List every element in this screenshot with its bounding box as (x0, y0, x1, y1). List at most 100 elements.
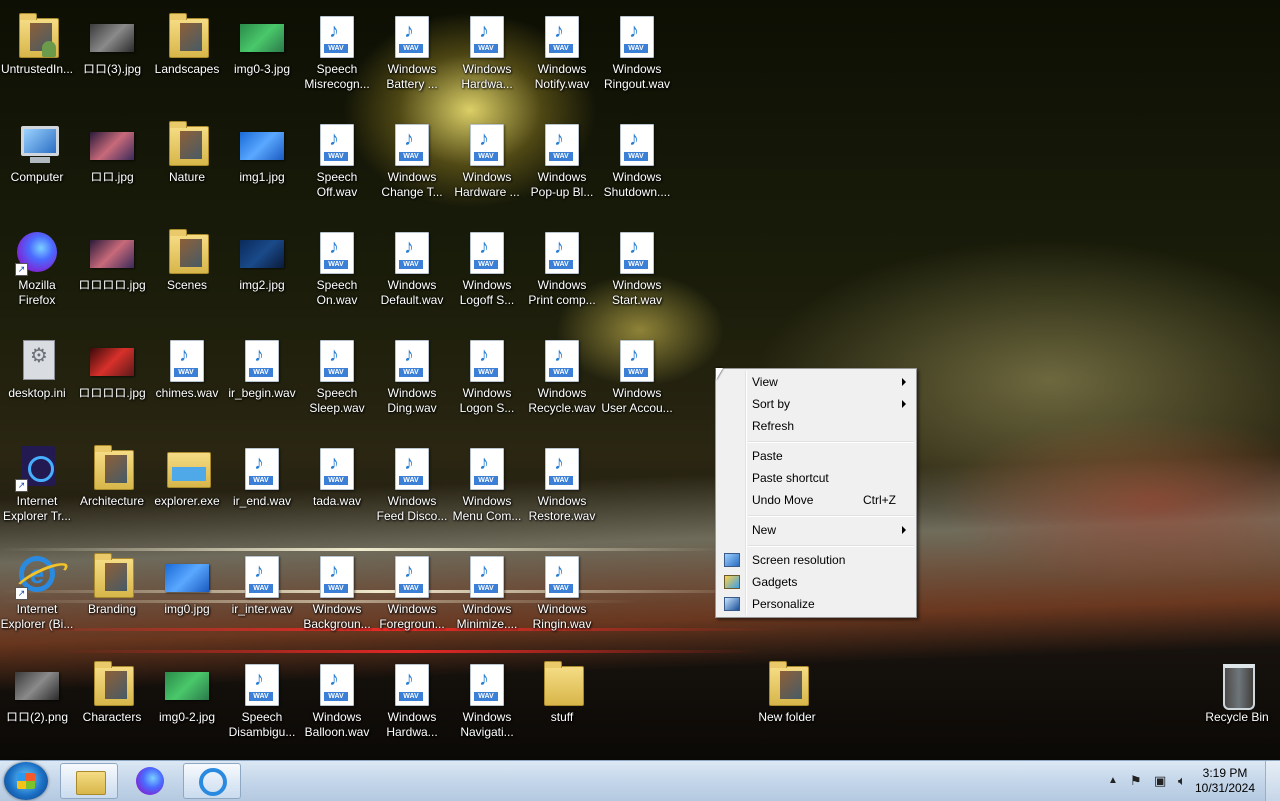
desktop-icon[interactable]: ♪ WAV chimes.wav (150, 330, 224, 401)
desktop-icon-label: Speech Sleep.wav (309, 386, 365, 415)
wav-tag-label: WAV (399, 260, 423, 269)
desktop-icon[interactable]: ♪ WAV Windows Print comp... (525, 222, 599, 308)
desktop-icon[interactable]: Scenes (150, 222, 224, 293)
desktop-icon[interactable]: ♪ WAV Windows Ringin.wav (525, 546, 599, 632)
desktop-icon-label: Internet Explorer Tr... (2, 494, 72, 523)
desktop-icon-label: Windows Battery ... (386, 62, 438, 91)
desktop-icon[interactable]: Architecture (75, 438, 149, 509)
desktop-icon[interactable]: ♪ WAV Windows Logon S... (450, 330, 524, 416)
desktop-icon[interactable]: ♪ WAV ir_end.wav (225, 438, 299, 509)
desktop-icon[interactable]: stuff (525, 654, 599, 725)
desktop-icon[interactable]: ♪ WAV Windows Pop-up Bl... (525, 114, 599, 200)
action-center-flag-icon[interactable]: ⚑ (1130, 773, 1142, 789)
desktop-icon[interactable]: New folder (750, 654, 824, 725)
wav-file-icon: ♪ WAV (238, 660, 286, 708)
desktop-icon[interactable]: ♪ WAV Speech Sleep.wav (300, 330, 374, 416)
system-clock[interactable]: 3:19 PM 10/31/2024 (1190, 766, 1260, 796)
computer-icon (13, 120, 61, 168)
wav-tag-label: WAV (624, 44, 648, 53)
desktop-icon[interactable]: ♪ WAV Windows Recycle.wav (525, 330, 599, 416)
desktop-icon[interactable]: Nature (150, 114, 224, 185)
desktop-icon[interactable]: ロロ(3).jpg (75, 6, 149, 77)
image-file-icon (238, 12, 286, 60)
desktop-icon[interactable]: UntrustedIn... (0, 6, 74, 77)
desktop-icon[interactable]: Recycle Bin (1200, 654, 1274, 725)
wav-file-icon: ♪ WAV (613, 228, 661, 276)
desktop-icon[interactable]: ↗ Mozilla Firefox (0, 222, 74, 308)
wav-file-icon: ♪ WAV (538, 12, 586, 60)
menu-item-screen-resolution[interactable]: Screen resolution (718, 550, 914, 570)
desktop-icon[interactable]: ♪ WAV Windows Start.wav (600, 222, 674, 308)
desktop-icon[interactable]: ♪ WAV Windows Feed Disco... (375, 438, 449, 524)
menu-item-view[interactable]: View (718, 372, 914, 392)
desktop-icon[interactable]: ♪ WAV Windows Logoff S... (450, 222, 524, 308)
desktop-icon[interactable]: ♪ WAV Speech Disambigu... (225, 654, 299, 740)
taskbar-button-internet-explorer[interactable] (183, 763, 241, 799)
desktop-icon[interactable]: ♪ WAV Windows Default.wav (375, 222, 449, 308)
desktop[interactable]: UntrustedIn... ロロ(3).jpg Landscapes img0-3.… (0, 0, 1280, 760)
desktop-icon[interactable]: ♪ WAV Windows Hardware ... (450, 114, 524, 200)
desktop-icon[interactable]: ♪ WAV Windows Restore.wav (525, 438, 599, 524)
desktop-icon[interactable]: ロロ.jpg (75, 114, 149, 185)
wav-file-icon: ♪ WAV (238, 552, 286, 600)
menu-item-paste-shortcut[interactable]: Paste shortcut (718, 468, 914, 488)
desktop-icon[interactable]: img2.jpg (225, 222, 299, 293)
desktop-icon[interactable]: Landscapes (150, 6, 224, 77)
volume-icon[interactable]: 🔈︎ (1178, 773, 1186, 789)
desktop-icon[interactable]: e ↗ Internet Explorer (Bi... (0, 546, 74, 632)
network-icon[interactable]: ▣ (1154, 773, 1166, 789)
show-desktop-button[interactable] (1265, 761, 1280, 801)
desktop-icon[interactable]: img0-3.jpg (225, 6, 299, 77)
desktop-icon[interactable]: ♪ WAV Speech On.wav (300, 222, 374, 308)
image-file-icon (13, 660, 61, 708)
desktop-icon[interactable]: ♪ WAV Windows User Accou... (600, 330, 674, 416)
start-button[interactable] (4, 762, 48, 800)
desktop-icon-label: UntrustedIn... (0, 62, 74, 76)
desktop-icon[interactable]: img0-2.jpg (150, 654, 224, 725)
desktop-icon[interactable]: ♪ WAV ir_inter.wav (225, 546, 299, 617)
desktop-icon[interactable]: ♪ WAV tada.wav (300, 438, 374, 509)
desktop-icon[interactable]: Computer (0, 114, 74, 185)
desktop-icon-label: img0-2.jpg (158, 710, 216, 724)
desktop-icon[interactable]: ♪ WAV Windows Minimize.... (450, 546, 524, 632)
menu-item-sort-by[interactable]: Sort by (718, 394, 914, 414)
menu-item-personalize[interactable]: Personalize (718, 594, 914, 614)
menu-item-refresh[interactable]: Refresh (718, 416, 914, 436)
desktop-icon[interactable]: ♪ WAV ir_begin.wav (225, 330, 299, 401)
desktop-icon[interactable]: Characters (75, 654, 149, 725)
desktop-icon[interactable]: ロロ(2).png (0, 654, 74, 725)
desktop-icon[interactable]: ♪ WAV Windows Hardwa... (450, 6, 524, 92)
desktop-icon[interactable]: ロロロロ.jpg (75, 330, 149, 401)
desktop-icon[interactable]: ♪ WAV Windows Hardwa... (375, 654, 449, 740)
desktop-icon[interactable]: ♪ WAV Windows Menu Com... (450, 438, 524, 524)
desktop-icon[interactable]: ♪ WAV Windows Notify.wav (525, 6, 599, 92)
desktop-icon[interactable]: ♪ WAV Speech Off.wav (300, 114, 374, 200)
taskbar-button-firefox[interactable] (121, 763, 179, 799)
desktop-icon[interactable]: ↗ Internet Explorer Tr... (0, 438, 74, 524)
desktop-icon[interactable]: ♪ WAV Windows Ringout.wav (600, 6, 674, 92)
desktop-icon[interactable]: Branding (75, 546, 149, 617)
desktop-icon[interactable]: ♪ WAV Windows Foregroun... (375, 546, 449, 632)
desktop-icon[interactable]: ♪ WAV Windows Change T... (375, 114, 449, 200)
desktop-icon[interactable]: img0.jpg (150, 546, 224, 617)
desktop-icon[interactable]: ♪ WAV Windows Shutdown.... (600, 114, 674, 200)
desktop-icon[interactable]: img1.jpg (225, 114, 299, 185)
desktop-icon-label: Windows Ringin.wav (532, 602, 592, 631)
desktop-icon[interactable]: explorer.exe (150, 438, 224, 509)
menu-item-new[interactable]: New (718, 520, 914, 540)
menu-item-undo-move[interactable]: Undo Move Ctrl+Z (718, 490, 914, 510)
desktop-icon-label: Windows Foregroun... (379, 602, 445, 631)
desktop-icon[interactable]: ロロロロ.jpg (75, 222, 149, 293)
menu-item-paste[interactable]: Paste (718, 446, 914, 466)
taskbar-button-explorer[interactable] (60, 763, 118, 799)
desktop-icon[interactable]: desktop.ini (0, 330, 74, 401)
desktop-icon[interactable]: ♪ WAV Speech Misrecogn... (300, 6, 374, 92)
desktop-icon-label: Windows Change T... (381, 170, 443, 199)
desktop-icon[interactable]: ♪ WAV Windows Ding.wav (375, 330, 449, 416)
desktop-icon[interactable]: ♪ WAV Windows Backgroun... (300, 546, 374, 632)
show-hidden-icons-icon[interactable]: ▲ (1108, 775, 1118, 786)
desktop-icon[interactable]: ♪ WAV Windows Balloon.wav (300, 654, 374, 740)
menu-item-gadgets[interactable]: Gadgets (718, 572, 914, 592)
desktop-icon[interactable]: ♪ WAV Windows Navigati... (450, 654, 524, 740)
desktop-icon[interactable]: ♪ WAV Windows Battery ... (375, 6, 449, 92)
